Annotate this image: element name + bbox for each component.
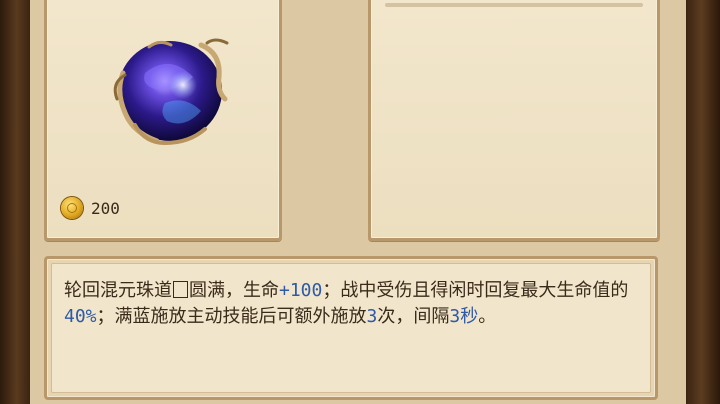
- price-value: 200: [91, 198, 120, 218]
- item-price: 200: [61, 195, 120, 221]
- item-detail-page: 200 轮回混元珠道 圆满，生命+100；战中受伤且得闲时回复最大生命值的 40%；…: [30, 0, 686, 404]
- desc-highlight-value: 3秒: [449, 306, 479, 327]
- desc-segment: 圆满，生命: [189, 280, 279, 301]
- window-frame: 200 轮回混元珠道 圆满，生命+100；战中受伤且得闲时回复最大生命值的 40%；…: [0, 0, 720, 404]
- desc-segment: ；战中受伤且得闲时回复最大生命值的: [322, 280, 629, 301]
- purple-orb-icon: [113, 38, 229, 146]
- desc-segment: 次，间隔: [377, 306, 450, 327]
- desc-highlight-value: 3: [366, 306, 378, 327]
- side-panel: [368, 0, 660, 241]
- item-description-panel: 轮回混元珠道 圆满，生命+100；战中受伤且得闲时回复最大生命值的 40%；满蓝施放…: [44, 256, 658, 400]
- frame-right-border: [686, 0, 720, 404]
- desc-highlight-value: 40%: [64, 306, 97, 327]
- missing-glyph-box: [173, 281, 188, 298]
- gold-coin-icon: [61, 197, 83, 219]
- item-card[interactable]: 200: [44, 0, 282, 241]
- desc-segment: 。: [478, 306, 497, 327]
- desc-segment: ；满蓝施放主动技能后可额外施放: [96, 306, 367, 327]
- item-description: 轮回混元珠道 圆满，生命+100；战中受伤且得闲时回复最大生命值的 40%；满蓝施放…: [64, 278, 642, 330]
- frame-left-border: [0, 0, 30, 404]
- desc-highlight-value: +100: [279, 280, 323, 301]
- desc-segment: 轮回混元珠道: [64, 280, 172, 301]
- description-inner: 轮回混元珠道 圆满，生命+100；战中受伤且得闲时回复最大生命值的 40%；满蓝施放…: [51, 263, 651, 393]
- side-panel-divider: [385, 3, 643, 7]
